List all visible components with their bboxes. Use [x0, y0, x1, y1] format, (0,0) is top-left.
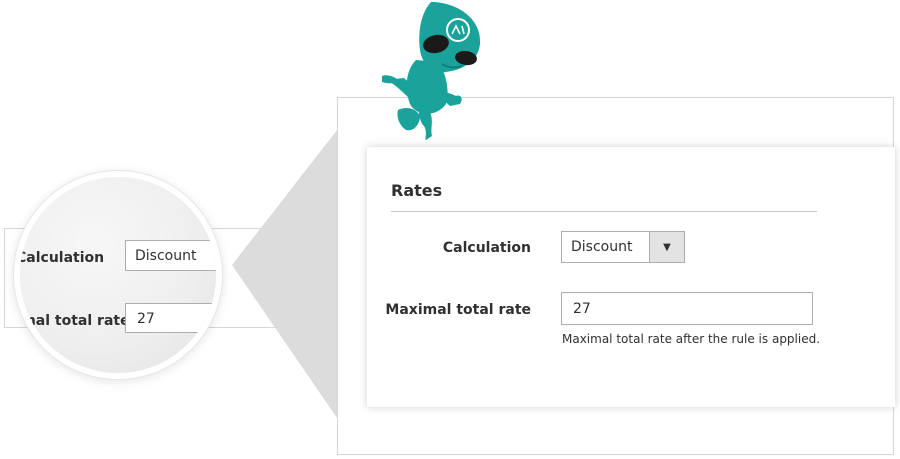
chevron-down-icon: ▼ — [214, 241, 216, 270]
rates-divider — [391, 211, 817, 212]
magnifier-max-rate-label: Maximal total rate — [20, 313, 130, 329]
magnifier-lens: Calculation Discount ▼ Maximal total rat… — [20, 177, 216, 373]
max-rate-input[interactable]: 27 — [561, 292, 813, 325]
max-rate-input-value: 27 — [573, 301, 591, 317]
calculation-select[interactable]: Discount ▼ — [561, 231, 685, 263]
rates-title: Rates — [391, 181, 443, 200]
magnifier-calculation-value: Discount — [135, 248, 197, 264]
max-rate-label: Maximal total rate — [385, 302, 531, 318]
rates-card: Rates Calculation Discount ▼ Maximal tot… — [367, 147, 895, 407]
magnifier-calculation-label: Calculation — [20, 250, 105, 266]
calculation-label: Calculation — [442, 240, 531, 256]
calculation-select-value: Discount — [571, 239, 633, 255]
alien-mascot-logo — [382, 2, 481, 140]
magnifier-max-rate-value: 27 — [137, 311, 155, 327]
magnifier-calculation-select: Discount ▼ — [125, 240, 216, 271]
magnifier-max-rate-input: 27 — [125, 303, 216, 333]
chevron-down-icon[interactable]: ▼ — [649, 232, 684, 262]
max-rate-note: Maximal total rate after the rule is app… — [562, 332, 821, 346]
